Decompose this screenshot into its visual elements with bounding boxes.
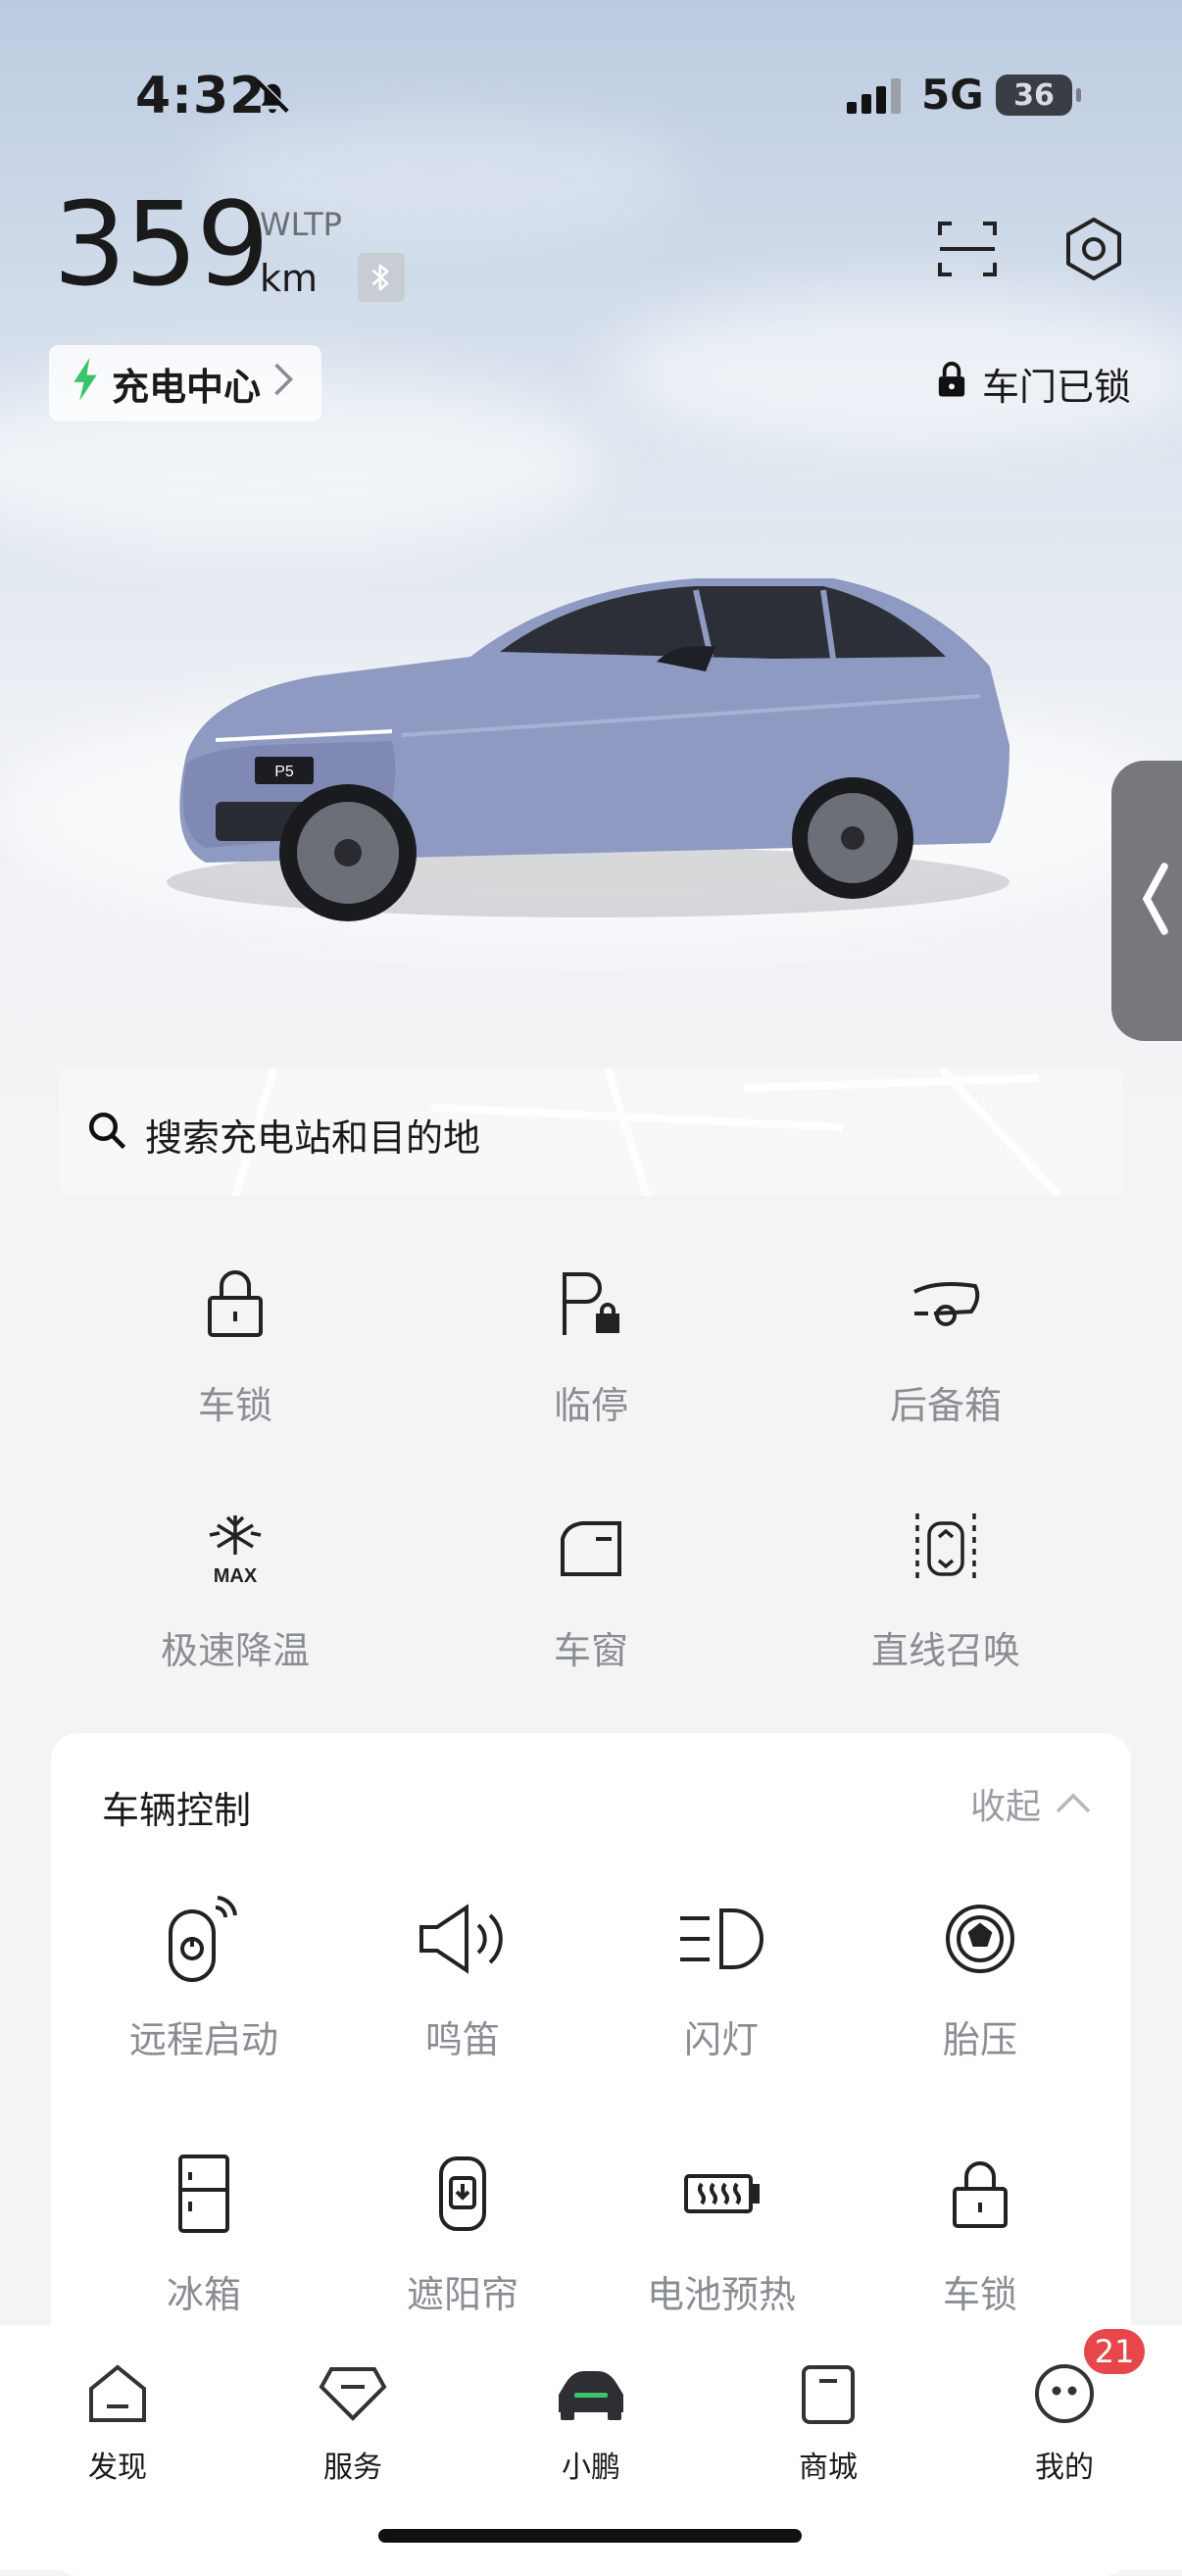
search-icon: [86, 1110, 127, 1155]
side-drawer-handle[interactable]: [1111, 761, 1182, 1041]
charge-center-button[interactable]: 充电中心: [49, 345, 322, 421]
control-label: 闪灯: [683, 2018, 759, 2061]
quick-action-window[interactable]: 车窗: [444, 1505, 738, 1674]
collapse-button[interactable]: 收起: [970, 1778, 1092, 1829]
shop-icon: [760, 2354, 897, 2433]
panel-title: 车辆控制: [102, 1789, 252, 1832]
control-tire-pressure[interactable]: 胎压: [851, 1890, 1109, 2063]
lock-icon: [851, 2145, 1109, 2243]
quick-action-parking[interactable]: 临停: [444, 1260, 738, 1429]
search-bar[interactable]: 搜索充电站和目的地: [59, 1068, 1123, 1196]
network-type: 5G: [921, 71, 984, 119]
quick-action-label: 后备箱: [889, 1384, 1002, 1427]
headlight-icon: [592, 1890, 851, 1988]
car-icon: [522, 2354, 660, 2433]
silent-bell-icon: [250, 74, 295, 123]
range-unit: km: [260, 257, 319, 300]
quick-action-label: 车窗: [553, 1629, 628, 1672]
control-label: 电池预热: [646, 2273, 796, 2316]
lightning-icon: [71, 357, 100, 410]
control-label: 远程启动: [128, 2018, 278, 2061]
chevron-left-icon: [1141, 860, 1170, 942]
tire-pressure-icon: [851, 1890, 1109, 1988]
range-value: 359: [53, 176, 270, 312]
quick-action-lock[interactable]: 车锁: [88, 1260, 382, 1429]
license-plate: P5: [274, 764, 294, 780]
trunk-icon: [799, 1260, 1093, 1348]
range-standard: WLTP: [260, 206, 342, 243]
control-label: 胎压: [942, 2018, 1017, 2061]
quick-action-label: 直线召唤: [870, 1629, 1020, 1672]
battery-preheat-icon: [592, 2145, 851, 2243]
discover-icon: [49, 2354, 186, 2433]
control-label: 车锁: [942, 2273, 1017, 2316]
control-remote-start[interactable]: 远程启动: [74, 1890, 333, 2063]
tab-label: 我的: [1035, 2451, 1094, 2485]
parking-lock-icon: [444, 1260, 738, 1348]
summon-icon: [799, 1505, 1093, 1593]
tab-label: 小鹏: [562, 2451, 620, 2485]
horn-icon: [333, 1890, 592, 1988]
tab-discover[interactable]: 发现: [49, 2354, 186, 2486]
search-placeholder: 搜索充电站和目的地: [145, 1116, 481, 1160]
control-label: 鸣笛: [424, 2018, 500, 2061]
battery-indicator: 36: [996, 74, 1072, 116]
notification-badge: 21: [1084, 2329, 1145, 2374]
control-battery-preheat[interactable]: 电池预热: [592, 2145, 851, 2318]
car-image: P5: [147, 549, 1029, 941]
cellular-signal-icon: [847, 78, 904, 118]
bluetooth-icon: [358, 253, 405, 302]
control-lock[interactable]: 车锁: [851, 2145, 1109, 2318]
padlock-icon: [937, 361, 966, 407]
quick-action-rapid-cooling[interactable]: MAX 极速降温: [88, 1505, 382, 1674]
sunshade-icon: [333, 2145, 592, 2243]
control-sunshade[interactable]: 遮阳帘: [333, 2145, 592, 2318]
tab-label: 发现: [88, 2451, 147, 2485]
remote-start-icon: [74, 1890, 333, 1988]
quick-action-label: 极速降温: [160, 1629, 310, 1672]
collapse-label: 收起: [969, 1787, 1041, 1827]
chevron-up-icon: [1055, 1784, 1092, 1824]
status-time: 4:32: [135, 67, 267, 125]
tab-label: 商城: [799, 2451, 858, 2485]
snowflake-max-icon: MAX: [88, 1505, 382, 1593]
tab-xpeng[interactable]: 小鹏: [522, 2354, 660, 2486]
quick-action-label: 临停: [553, 1384, 628, 1427]
door-lock-status: 车门已锁: [937, 357, 1131, 411]
control-flash-lights[interactable]: 闪灯: [592, 1890, 851, 2063]
tab-service[interactable]: 服务: [284, 2354, 421, 2486]
control-label: 冰箱: [166, 2273, 241, 2316]
status-bar: 4:32 5G 36: [0, 59, 1182, 137]
quick-action-label: 车锁: [197, 1384, 272, 1427]
control-fridge[interactable]: 冰箱: [74, 2145, 333, 2318]
control-horn[interactable]: 鸣笛: [333, 1890, 592, 2063]
charge-center-label: 充电中心: [112, 365, 262, 409]
home-indicator[interactable]: [378, 2529, 802, 2543]
chevron-right-icon: [272, 362, 294, 406]
lock-status-label: 车门已锁: [981, 366, 1131, 409]
quick-action-trunk[interactable]: 后备箱: [799, 1260, 1093, 1429]
tab-shop[interactable]: 商城: [760, 2354, 897, 2486]
svg-text:MAX: MAX: [214, 1565, 258, 1586]
scan-icon[interactable]: [936, 218, 999, 280]
fridge-icon: [74, 2145, 333, 2243]
window-icon: [444, 1505, 738, 1593]
battery-tip: [1076, 88, 1081, 102]
quick-action-summon[interactable]: 直线召唤: [799, 1505, 1093, 1674]
service-icon: [284, 2354, 421, 2433]
tab-profile[interactable]: 我的: [996, 2354, 1133, 2486]
control-label: 遮阳帘: [406, 2273, 518, 2316]
tab-label: 服务: [323, 2451, 382, 2485]
lock-icon: [88, 1260, 382, 1348]
settings-gear-icon[interactable]: [1059, 214, 1129, 284]
